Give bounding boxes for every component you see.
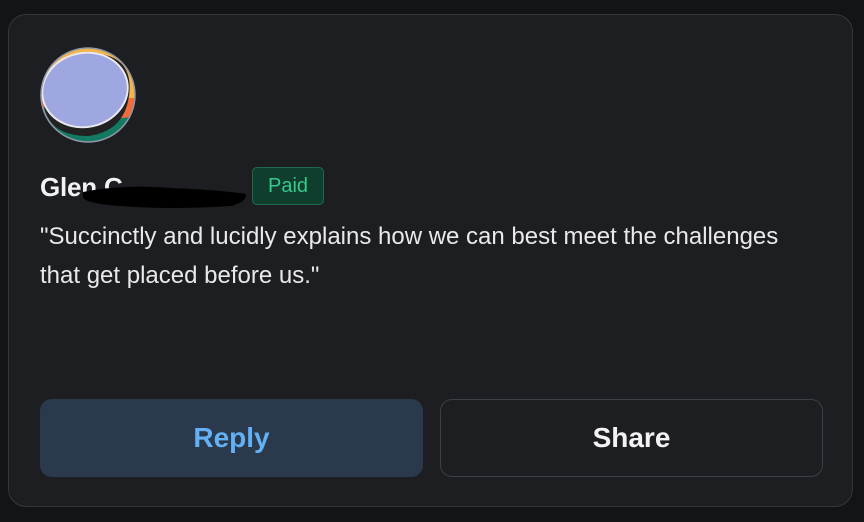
avatar-icon [40, 47, 136, 143]
reply-button[interactable]: Reply [40, 399, 423, 477]
redaction-mark [83, 186, 247, 208]
avatar[interactable] [39, 46, 137, 144]
comment-text: "Succinctly and lucidly explains how we … [40, 223, 779, 289]
share-button[interactable]: Share [440, 399, 823, 477]
status-badge: Paid [252, 167, 324, 205]
comment-card: Glen C. Paid "Succinctly and lucidly exp… [8, 14, 853, 507]
